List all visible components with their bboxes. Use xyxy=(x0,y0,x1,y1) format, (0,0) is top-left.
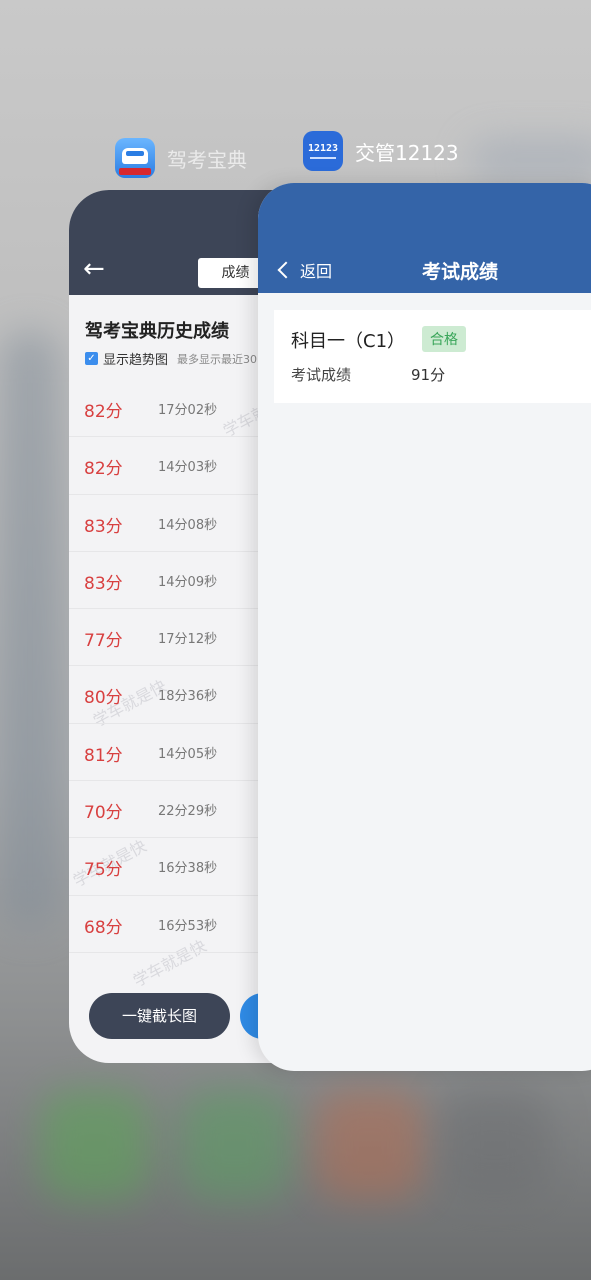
back-button[interactable]: 返回 xyxy=(277,258,333,282)
status-badge: 合格 xyxy=(422,326,466,352)
score: 68分 xyxy=(84,917,123,938)
duration: 18分36秒 xyxy=(158,689,218,705)
jiaoguan-app-icon: 12123 xyxy=(303,131,343,171)
score: 82分 xyxy=(84,459,123,480)
duration: 14分08秒 xyxy=(158,517,218,533)
score: 83分 xyxy=(84,516,123,537)
duration: 17分12秒 xyxy=(158,632,218,648)
trend-hint: 最多显示最近30 xyxy=(177,352,258,366)
duration: 14分03秒 xyxy=(158,460,218,476)
score: 70分 xyxy=(84,803,123,824)
score: 75分 xyxy=(84,860,123,881)
jiaoguan-icon-text: 12123 xyxy=(307,143,339,154)
jiakao-app-icon xyxy=(115,138,155,178)
arrow-left-icon[interactable]: ← xyxy=(83,256,105,282)
page-title: 考试成绩 xyxy=(422,261,499,283)
jiaoguan-app-name: 交管12123 xyxy=(355,140,459,165)
duration: 17分02秒 xyxy=(158,403,218,418)
trend-toggle[interactable]: ✓ 显示趋势图 最多显示最近30 xyxy=(85,349,257,368)
jiakao-app-name: 驾考宝典 xyxy=(167,147,247,172)
score: 83分 xyxy=(84,573,123,594)
exam-subject: 科目一（C1） xyxy=(291,331,406,352)
duration: 22分29秒 xyxy=(158,804,218,820)
duration: 14分05秒 xyxy=(158,746,218,762)
long-screenshot-button[interactable]: 一键截长图 xyxy=(89,993,230,1039)
exam-result-card[interactable]: 科目一（C1） 合格 考试成绩 91分 xyxy=(274,310,591,403)
score-value: 91分 xyxy=(411,366,446,384)
back-label: 返回 xyxy=(300,262,333,281)
score: 81分 xyxy=(84,745,123,766)
jiaoguan-app-label[interactable]: 12123 交管12123 xyxy=(303,131,459,171)
trend-label: 显示趋势图 xyxy=(103,353,169,368)
chevron-left-icon xyxy=(277,261,295,279)
checkbox-checked-icon[interactable]: ✓ xyxy=(85,352,98,365)
score: 82分 xyxy=(84,402,123,422)
duration: 16分38秒 xyxy=(158,861,218,877)
score: 80分 xyxy=(84,688,123,709)
jiakao-app-label[interactable]: 驾考宝典 xyxy=(115,138,247,178)
page-title: 驾考宝典历史成绩 xyxy=(85,321,229,342)
jiaoguan-app-card[interactable]: 返回 考试成绩 科目一（C1） 合格 考试成绩 91分 xyxy=(258,183,591,1071)
score: 77分 xyxy=(84,631,123,652)
score-label: 考试成绩 xyxy=(291,366,352,384)
jiaoguan-header: 返回 考试成绩 xyxy=(258,183,591,293)
duration: 14分09秒 xyxy=(158,574,218,590)
duration: 16分53秒 xyxy=(158,918,218,934)
